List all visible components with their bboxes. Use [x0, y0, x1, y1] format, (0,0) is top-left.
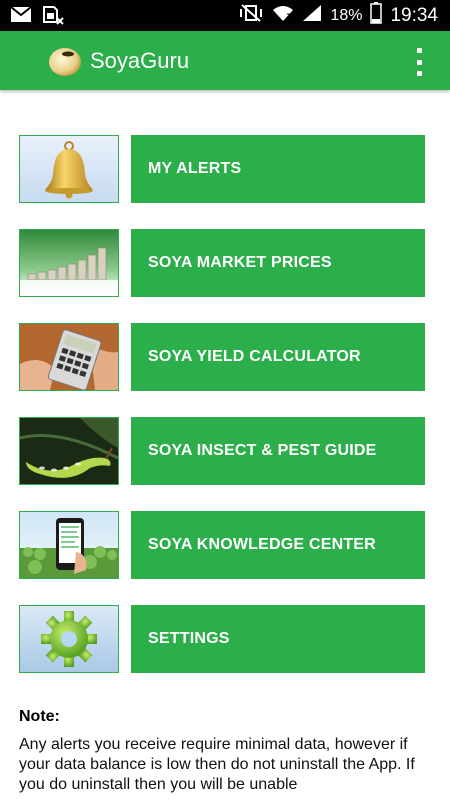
menu-item-my-alerts[interactable]: MY ALERTS: [19, 135, 425, 203]
mute-vibrate-icon: [238, 4, 264, 27]
knowledge-center-button[interactable]: SOYA KNOWLEDGE CENTER: [131, 511, 425, 579]
yield-calculator-button[interactable]: SOYA YIELD CALCULATOR: [131, 323, 425, 391]
battery-percent: 18%: [330, 6, 363, 24]
gear-image[interactable]: [19, 605, 119, 673]
soybean-icon[interactable]: [47, 44, 83, 78]
menu-item-settings[interactable]: SETTINGS: [19, 605, 425, 673]
gmail-icon: [10, 6, 32, 31]
battery-icon: [370, 2, 383, 29]
settings-button[interactable]: SETTINGS: [131, 605, 425, 673]
wifi-icon: [272, 4, 294, 27]
menu-item-market-prices[interactable]: SOYA MARKET PRICES: [19, 229, 425, 297]
insect-pest-guide-button[interactable]: SOYA INSECT & PEST GUIDE: [131, 417, 425, 485]
menu-item-yield-calculator[interactable]: SOYA YIELD CALCULATOR: [19, 323, 425, 391]
coin-stacks-image[interactable]: [19, 229, 119, 297]
status-bar: 18% 19:34: [0, 0, 450, 31]
my-alerts-button[interactable]: MY ALERTS: [131, 135, 425, 203]
menu-item-insect-pest-guide[interactable]: SOYA INSECT & PEST GUIDE: [19, 417, 425, 485]
menu-item-knowledge-center[interactable]: SOYA KNOWLEDGE CENTER: [19, 511, 425, 579]
signal-icon: [302, 4, 322, 27]
app-bar: SoyaGuru: [0, 31, 450, 90]
market-prices-button[interactable]: SOYA MARKET PRICES: [131, 229, 425, 297]
phone-field-image[interactable]: [19, 511, 119, 579]
clock: 19:34: [390, 4, 438, 26]
app-title: SoyaGuru: [90, 48, 190, 73]
sim-card-icon: [42, 6, 64, 31]
bell-image[interactable]: [19, 135, 119, 203]
calculator-image[interactable]: [19, 323, 119, 391]
overflow-menu-icon[interactable]: [414, 48, 424, 76]
caterpillar-image[interactable]: [19, 417, 119, 485]
note-title: Note:: [19, 708, 60, 725]
note-body: Any alerts you receive require minimal d…: [19, 736, 415, 793]
